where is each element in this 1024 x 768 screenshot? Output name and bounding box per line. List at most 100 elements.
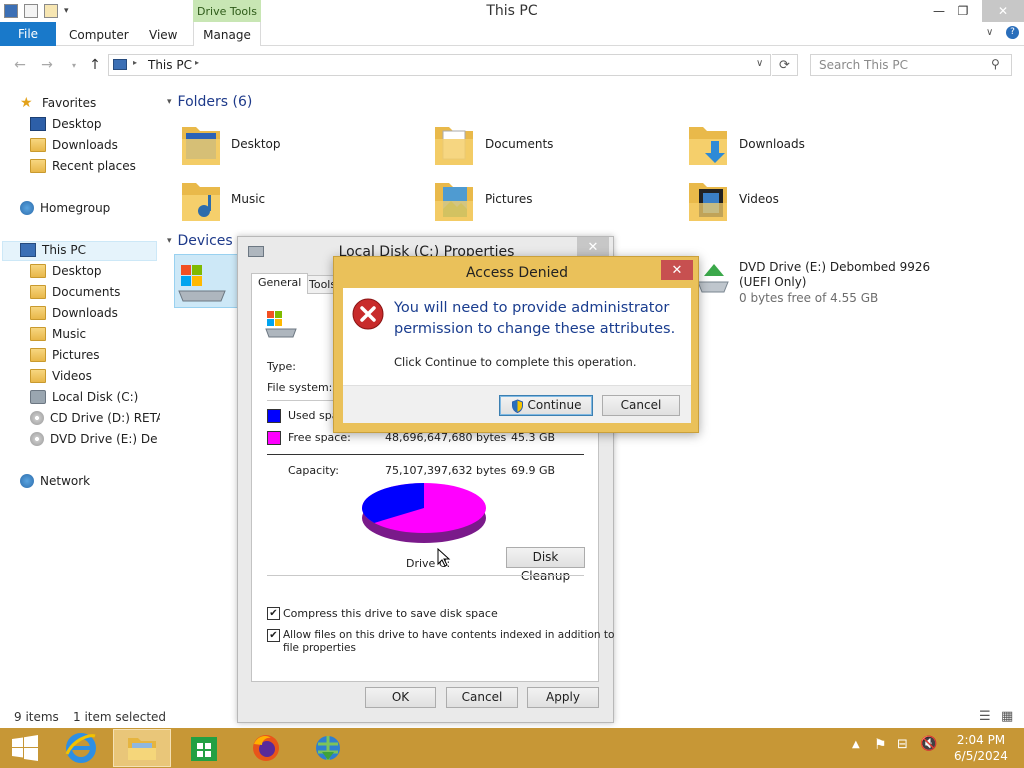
devices-group-header[interactable]: ▾ Devices [167,233,233,249]
volume-muted-icon[interactable]: 🔇 [920,736,937,752]
continue-label: Continue [527,398,582,412]
tab-general[interactable]: General [251,273,309,294]
nav-this-pc[interactable]: This PC [20,240,86,260]
nav-label: Pictures [52,348,100,362]
nav-fav-desktop[interactable]: Desktop [30,114,102,134]
drive-icon [265,311,297,338]
close-button[interactable]: ✕ [661,260,693,280]
folder-icon [30,327,46,341]
nav-network[interactable]: Network [20,471,90,491]
expand-ribbon-icon[interactable]: ∨ [986,27,993,38]
nav-label: Music [52,327,87,341]
cancel-button[interactable]: Cancel [602,395,680,416]
close-button[interactable]: ✕ [982,0,1024,22]
chevron-right-icon[interactable]: ▸ [195,58,199,67]
tab-view[interactable]: View [149,22,177,46]
folder-tile-desktop[interactable]: Desktop [180,119,420,167]
nav-homegroup[interactable]: Homegroup [20,198,110,218]
taskbar-store[interactable] [175,729,233,767]
nav-pc-cd-drive[interactable]: CD Drive (D:) RETAP [30,408,160,428]
nav-label: Documents [52,285,121,299]
search-icon[interactable]: ⚲ [991,57,1000,71]
ok-button[interactable]: OK [365,687,436,708]
search-box[interactable]: Search This PC ⚲ [810,54,1012,76]
nav-label: CD Drive (D:) RETAP [50,411,160,425]
nav-pc-downloads[interactable]: Downloads [30,303,118,323]
taskbar-internet-explorer[interactable] [52,729,110,767]
nav-pc-documents[interactable]: Documents [30,282,120,302]
start-button[interactable] [0,729,50,767]
help-icon[interactable]: ? [1006,26,1019,39]
cancel-button[interactable]: Cancel [446,687,518,708]
dialog-title: Access Denied [465,265,569,281]
nav-pc-local-disk[interactable]: Local Disk (C:) [30,387,138,407]
error-icon [352,298,384,330]
taskbar-download-manager[interactable] [299,729,357,767]
capacity-bytes: 75,107,397,632 bytes [385,464,507,477]
back-arrow-icon[interactable]: ← [10,55,30,75]
apply-button[interactable]: Apply [527,687,599,708]
show-hidden-icons-icon[interactable]: ▲ [852,739,860,750]
compress-checkbox[interactable]: ✔ [267,607,280,620]
folders-group-header[interactable]: ▾ Folders (6) [167,94,252,110]
taskbar-firefox[interactable] [237,729,295,767]
nav-pc-pictures[interactable]: Pictures [30,345,100,365]
error-message-line2: permission to change these attributes. [394,321,676,337]
folder-name: Music [231,192,266,206]
folder-tile-videos[interactable]: Videos [687,175,927,223]
close-button[interactable]: ✕ [577,237,609,257]
used-color-swatch [267,409,281,423]
pc-icon [113,59,127,70]
continue-button[interactable]: Continue [499,395,593,416]
system-clock[interactable]: 2:04 PM 6/5/2024 [948,732,1014,764]
nav-fav-recent[interactable]: Recent places [30,156,136,176]
tab-file[interactable]: File [0,22,56,46]
nav-favorites[interactable]: ★ Favorites [20,93,96,113]
dialog-footer: Continue Cancel [343,385,691,423]
tiles-view-icon[interactable]: ▦ [1001,709,1013,724]
address-path[interactable]: This PC [148,58,192,72]
folder-icon [30,348,46,362]
disk-cleanup-button[interactable]: Disk Cleanup [506,547,585,583]
nav-pc-videos[interactable]: Videos [30,366,92,386]
folder-tile-downloads[interactable]: Downloads [687,119,927,167]
nav-label: Network [40,474,91,488]
tab-manage[interactable]: Manage [193,22,261,46]
address-dropdown-icon[interactable]: ∨ [756,58,763,69]
minimize-button[interactable]: — [926,0,952,22]
nav-fav-downloads[interactable]: Downloads [30,135,118,155]
folder-name: Pictures [485,192,533,206]
clock-date: 6/5/2024 [954,749,1008,763]
dvd-drive-icon [697,264,729,293]
nav-pc-desktop[interactable]: Desktop [30,261,102,281]
folder-icon [30,306,46,320]
nav-pc-music[interactable]: Music [30,324,86,344]
network-tray-icon[interactable]: ⊟ [897,737,908,752]
error-message-line1: You will need to provide administrator [394,300,670,316]
access-denied-dialog: Access Denied ✕ You will need to provide… [333,256,699,433]
folder-icon [30,264,46,278]
folder-tile-pictures[interactable]: Pictures [433,175,673,223]
forward-arrow-icon[interactable]: → [37,55,57,75]
network-icon [20,474,34,488]
device-tile-dvd-drive[interactable]: DVD Drive (E:) Debombed 9926 (UEFI Only)… [690,254,940,310]
action-center-flag-icon[interactable]: ⚑ [874,737,887,753]
folder-name: Downloads [739,137,805,151]
recent-locations-icon[interactable]: ▾ [64,55,84,75]
folder-tile-music[interactable]: Music [180,175,420,223]
nav-label: Videos [52,369,92,383]
restore-button[interactable]: ❐ [950,0,976,22]
refresh-icon[interactable]: ⟳ [772,54,798,76]
tab-computer[interactable]: Computer [69,22,129,46]
folder-icon [30,369,46,383]
nav-pc-dvd-drive[interactable]: DVD Drive (E:) Debor [30,429,158,449]
device-tile-local-disk[interactable] [174,254,238,308]
group-title: Devices [177,233,233,249]
folder-tile-documents[interactable]: Documents [433,119,673,167]
taskbar-file-explorer[interactable] [113,729,171,767]
up-arrow-icon[interactable]: ↑ [85,55,105,75]
details-view-icon[interactable]: ☰ [979,709,991,724]
index-checkbox[interactable]: ✔ [267,629,280,642]
capacity-gb: 69.9 GB [511,464,556,477]
address-bar[interactable]: ▸ This PC ▸ ∨ [108,54,771,76]
